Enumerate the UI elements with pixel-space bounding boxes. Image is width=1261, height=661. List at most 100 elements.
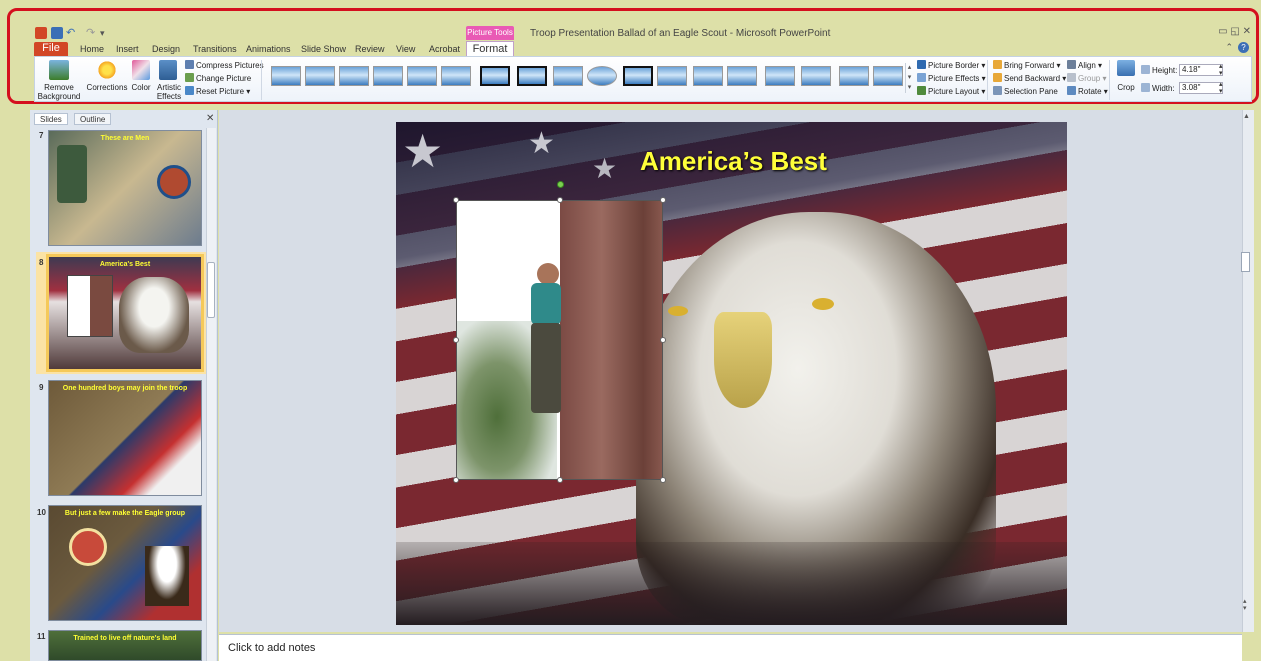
notes-placeholder[interactable]: Click to add notes xyxy=(228,642,315,654)
undo-icon[interactable]: ↶ xyxy=(66,27,80,39)
picture-effects-button[interactable]: Picture Effects ▾ xyxy=(917,73,986,83)
width-spinner-icon[interactable]: ▴ ▾ xyxy=(1219,81,1223,95)
thumbnail-title: America's Best xyxy=(99,261,151,268)
ribbon-format: Remove Background Corrections Color Arti… xyxy=(34,56,1252,102)
compress-pictures-button[interactable]: Compress Pictures xyxy=(185,60,264,70)
picture-style-3[interactable] xyxy=(339,66,369,86)
gallery-scroll-icon[interactable]: ▴ ▾ ▾ xyxy=(905,63,913,93)
thumbnail-title: These are Men xyxy=(100,135,150,142)
resize-handle[interactable] xyxy=(660,337,666,343)
resize-handle[interactable] xyxy=(660,197,666,203)
vertical-scroll-thumb[interactable] xyxy=(1241,252,1250,272)
tab-view[interactable]: View xyxy=(396,42,415,57)
width-field[interactable]: 3.08" xyxy=(1179,82,1223,94)
picture-style-2[interactable] xyxy=(305,66,335,86)
rotate-button[interactable]: Rotate ▾ xyxy=(1067,86,1108,96)
climber-photo[interactable] xyxy=(456,200,663,480)
picture-layout-button[interactable]: Picture Layout ▾ xyxy=(917,86,985,96)
scroll-up-icon[interactable]: ▲ xyxy=(1243,113,1250,120)
picture-style-8[interactable] xyxy=(517,66,547,86)
picture-style-13[interactable] xyxy=(693,66,723,86)
send-backward-button[interactable]: Send Backward ▾ xyxy=(993,73,1066,83)
slide-thumbnail-11[interactable]: Trained to live off nature's land xyxy=(48,630,202,661)
resize-handle[interactable] xyxy=(453,337,459,343)
picture-layout-icon xyxy=(917,86,926,95)
corrections-button[interactable]: Corrections xyxy=(85,83,129,92)
resize-handle[interactable] xyxy=(557,477,563,483)
group-button[interactable]: Group ▾ xyxy=(1067,73,1106,83)
tab-design[interactable]: Design xyxy=(152,42,180,57)
tab-review[interactable]: Review xyxy=(355,42,385,57)
close-pane-icon[interactable]: ✕ xyxy=(206,113,214,124)
bring-forward-button[interactable]: Bring Forward ▾ xyxy=(993,60,1061,70)
picture-style-7[interactable] xyxy=(480,66,510,86)
picture-style-18[interactable] xyxy=(873,66,903,86)
tab-animations[interactable]: Animations xyxy=(246,42,291,57)
artistic-effects-button[interactable]: Artistic Effects xyxy=(153,83,185,101)
redo-icon[interactable]: ↷ xyxy=(86,27,98,39)
tab-home[interactable]: Home xyxy=(80,42,104,57)
resize-handle[interactable] xyxy=(660,477,666,483)
save-icon[interactable] xyxy=(51,27,63,39)
resize-handle[interactable] xyxy=(453,197,459,203)
picture-style-10[interactable] xyxy=(587,66,617,86)
eagle-thumbnail-image xyxy=(119,277,189,353)
height-icon xyxy=(1141,65,1150,74)
slide-thumbnail-10[interactable]: But just a few make the Eagle group xyxy=(48,505,202,621)
height-field[interactable]: 4.18" xyxy=(1179,64,1223,76)
picture-style-14[interactable] xyxy=(727,66,757,86)
picture-border-button[interactable]: Picture Border ▾ xyxy=(917,60,985,70)
vertical-scrollbar[interactable] xyxy=(1242,110,1254,632)
tab-slides[interactable]: Slides xyxy=(34,113,68,125)
color-button[interactable]: Color xyxy=(129,83,153,92)
slide-thumbnail-8[interactable]: America's Best xyxy=(46,254,204,372)
change-picture-button[interactable]: Change Picture xyxy=(185,73,251,83)
selection-pane-icon xyxy=(993,86,1002,95)
picture-style-4[interactable] xyxy=(373,66,403,86)
picture-style-6[interactable] xyxy=(441,66,471,86)
resize-handle[interactable] xyxy=(453,477,459,483)
picture-style-11[interactable] xyxy=(623,66,653,86)
window-controls[interactable]: ▭ ◱ ✕ xyxy=(1218,26,1251,37)
reset-picture-button[interactable]: Reset Picture ▾ xyxy=(185,86,250,96)
notes-pane[interactable] xyxy=(219,634,1242,661)
remove-background-button[interactable]: Remove Background xyxy=(37,83,81,101)
picture-style-5[interactable] xyxy=(407,66,437,86)
width-label: Width: xyxy=(1141,83,1175,93)
slide-thumbnail-7[interactable]: These are Men xyxy=(48,130,202,246)
picture-style-12[interactable] xyxy=(657,66,687,86)
height-spinner-icon[interactable]: ▴ ▾ xyxy=(1219,63,1223,77)
climber-pants xyxy=(531,323,561,413)
slide-thumbnail-9[interactable]: One hundred boys may join the troop xyxy=(48,380,202,496)
bring-forward-icon xyxy=(993,60,1002,69)
picture-style-1[interactable] xyxy=(271,66,301,86)
tab-transitions[interactable]: Transitions xyxy=(193,42,237,57)
resize-handle[interactable] xyxy=(557,197,563,203)
picture-style-9[interactable] xyxy=(553,66,583,86)
tab-outline[interactable]: Outline xyxy=(74,113,112,125)
compress-icon xyxy=(185,60,194,69)
prev-next-slide-icon[interactable]: ▴ ▾ xyxy=(1243,598,1247,612)
rotate-handle[interactable] xyxy=(557,181,564,188)
picture-style-15[interactable] xyxy=(765,66,795,86)
customize-qat-icon[interactable]: ▾ xyxy=(100,27,110,39)
rotate-icon xyxy=(1067,86,1076,95)
picture-style-17[interactable] xyxy=(839,66,869,86)
align-button[interactable]: Align ▾ xyxy=(1067,60,1102,70)
slide-title[interactable]: America’s Best xyxy=(640,146,827,177)
tab-insert[interactable]: Insert xyxy=(116,42,139,57)
pane-scrollbar[interactable] xyxy=(206,128,216,661)
tab-acrobat[interactable]: Acrobat xyxy=(429,42,460,57)
picture-border-icon xyxy=(917,60,926,69)
slide-number: 11 xyxy=(37,632,46,641)
ribbon-tabs: File Home Insert Design Transitions Anim… xyxy=(34,41,1254,58)
picture-style-16[interactable] xyxy=(801,66,831,86)
selection-pane-button[interactable]: Selection Pane xyxy=(993,86,1058,96)
sash-image xyxy=(57,145,87,203)
pane-scroll-thumb[interactable] xyxy=(207,262,215,318)
tab-slide-show[interactable]: Slide Show xyxy=(301,42,346,57)
crop-button[interactable]: Crop xyxy=(1113,83,1139,92)
tab-file[interactable]: File xyxy=(34,42,68,57)
group-separator xyxy=(1109,60,1110,100)
reset-picture-icon xyxy=(185,86,194,95)
